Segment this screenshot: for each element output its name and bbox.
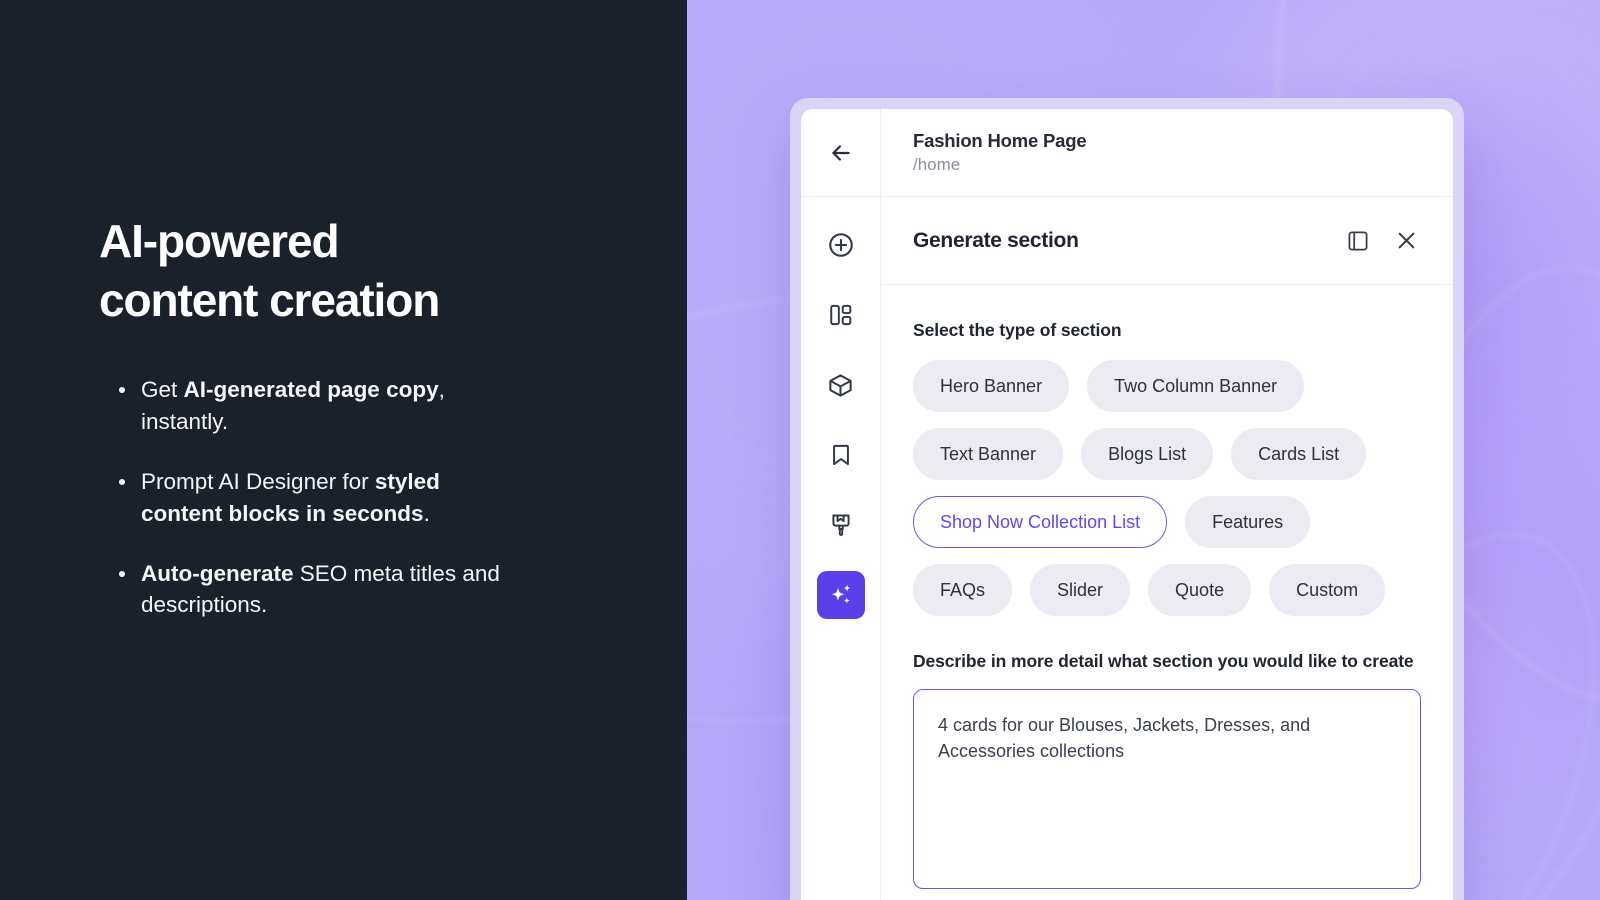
panel-title: Generate section [913, 228, 1079, 252]
chip-quote[interactable]: Quote [1148, 564, 1252, 617]
chip-slider[interactable]: Slider [1030, 564, 1131, 617]
chip-custom[interactable]: Custom [1269, 564, 1386, 617]
page-name-label: Fashion Home Page [913, 129, 1087, 151]
breadcrumb: Fashion Home Page /home [881, 129, 1087, 177]
bullet-pre-text: Get [141, 376, 184, 402]
box-icon [829, 373, 852, 397]
panel-header: Generate section [881, 197, 1453, 285]
layout-dashboard-icon [829, 304, 851, 326]
promo-panel: AI-powered content creation Get AI-gener… [0, 0, 687, 900]
back-button[interactable] [801, 109, 881, 196]
list-item: Get AI-generated page copy, instantly. [99, 374, 519, 438]
headline-line-1: AI-powered [99, 215, 340, 267]
chip-hero-banner[interactable]: Hero Banner [913, 360, 1070, 413]
rail-item-add[interactable] [817, 221, 865, 269]
rail-item-bookmarks[interactable] [817, 431, 865, 479]
chip-shop-now-collection-list[interactable]: Shop Now Collection List [913, 496, 1168, 549]
headline-line-2: content creation [99, 273, 440, 326]
gradient-backdrop: Fashion Home Page /home Generate section… [687, 0, 1600, 900]
panel-layout-icon [1348, 231, 1368, 251]
promo-content: AI-powered content creation Get AI-gener… [99, 212, 619, 621]
chip-two-column-banner[interactable]: Two Column Banner [1087, 360, 1305, 413]
icon-rail [801, 197, 881, 900]
plus-circle-icon [828, 233, 853, 257]
chip-faqs[interactable]: FAQs [913, 564, 1013, 617]
list-item: Auto-generate SEO meta titles and descri… [99, 558, 519, 622]
chip-text-banner[interactable]: Text Banner [913, 428, 1064, 481]
toggle-sidebar-button[interactable] [1341, 224, 1375, 258]
chip-cards-list[interactable]: Cards List [1231, 428, 1367, 481]
feature-bullet-list: Get AI-generated page copy, instantly. P… [99, 374, 619, 622]
close-icon [1398, 232, 1414, 249]
section-type-label: Select the type of section [913, 320, 1122, 340]
bullet-pre-text: Prompt AI Designer for [141, 468, 375, 494]
bullet-post-text: . [423, 500, 430, 526]
describe-label: Describe in more detail what section you… [913, 651, 1414, 672]
page-title: AI-powered content creation [99, 212, 619, 330]
rail-item-theme[interactable] [817, 501, 865, 549]
sparkles-icon [831, 584, 850, 604]
page-path-label: /home [913, 154, 961, 174]
chip-blogs-list[interactable]: Blogs List [1081, 428, 1214, 481]
app-window: Fashion Home Page /home Generate section… [801, 109, 1453, 900]
app-window-frame: Fashion Home Page /home Generate section… [790, 98, 1464, 900]
bullet-bold-text: Auto-generate [141, 560, 294, 586]
rail-item-layout[interactable] [817, 291, 865, 339]
list-item: Prompt AI Designer for styled content bl… [99, 466, 519, 530]
app-body: Generate section Select the type of sect… [801, 197, 1453, 900]
close-panel-button[interactable] [1389, 224, 1423, 258]
rail-item-components[interactable] [817, 361, 865, 409]
rail-item-ai-generate[interactable] [816, 571, 865, 619]
app-topbar: Fashion Home Page /home [801, 109, 1453, 197]
paint-brush-icon [831, 514, 850, 536]
bookmark-icon [832, 444, 849, 466]
chip-features[interactable]: Features [1185, 496, 1311, 549]
describe-textarea[interactable]: 4 cards for our Blouses, Jackets, Dresse… [913, 689, 1421, 890]
bullet-bold-text: AI-generated page copy [183, 376, 439, 402]
arrow-left-icon [831, 144, 850, 161]
generate-section-panel: Generate section Select the type of sect… [881, 197, 1453, 900]
panel-content: Select the type of section Hero Banner T… [881, 285, 1453, 900]
section-type-chip-group: Hero Banner Two Column Banner Text Banne… [913, 360, 1421, 617]
